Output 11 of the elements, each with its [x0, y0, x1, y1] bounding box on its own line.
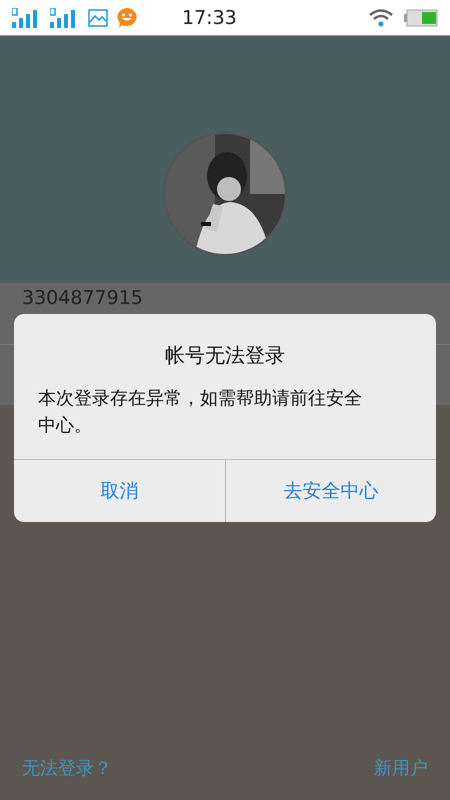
new-user-link[interactable]: 新用户 [374, 756, 428, 780]
wifi-icon [368, 8, 394, 28]
battery-icon [404, 8, 438, 26]
confirm-button[interactable]: 去安全中心 [224, 460, 436, 522]
dialog-title: 帐号无法登录 [164, 342, 286, 369]
cannot-login-link[interactable]: 无法登录？ [22, 756, 112, 780]
chat-face-icon [116, 6, 138, 28]
cancel-button[interactable]: 取消 [14, 460, 224, 522]
status-time: 17:33 [182, 6, 238, 28]
image-icon [88, 8, 108, 26]
dialog-message: 本次登录存在异常，如需帮助请前往安全中心。 [37, 387, 363, 438]
